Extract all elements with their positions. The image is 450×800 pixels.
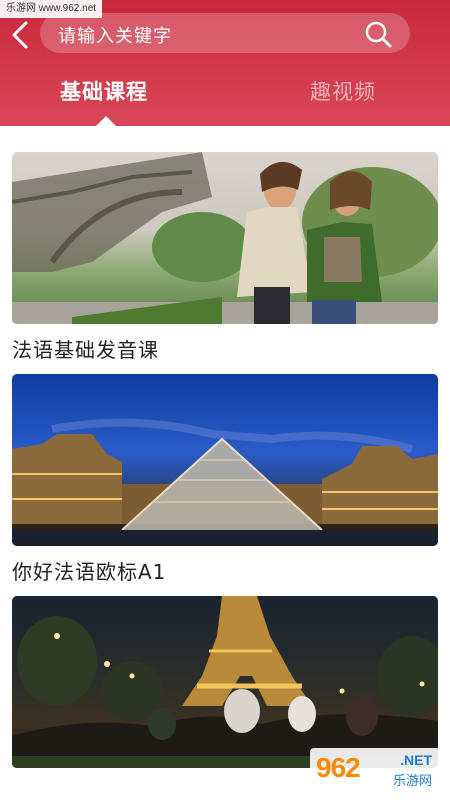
course-image[interactable] (12, 596, 438, 768)
course-title[interactable]: 法语基础发音课 (12, 334, 438, 363)
app-header: 乐游网 www.962.net 请输入关键字 基础课程 趣视频 (0, 0, 450, 126)
search-icon[interactable] (364, 20, 392, 48)
eiffel-tower-night-crowd-photo (12, 596, 438, 768)
search-placeholder: 请输入关键字 (58, 26, 172, 47)
watermark-logo-number: 962 (316, 752, 361, 783)
course-card[interactable]: 你好法语欧标A1 (12, 374, 438, 585)
chevron-left-icon (12, 21, 28, 49)
louvre-pyramid-night-photo (12, 418, 438, 546)
course-title[interactable]: 你好法语欧标A1 (12, 556, 438, 585)
active-tab-indicator (96, 116, 116, 126)
course-image[interactable] (12, 152, 438, 324)
eiffel-tower-women-photo (12, 152, 438, 324)
tab-basic-courses[interactable]: 基础课程 (60, 76, 148, 106)
tab-fun-videos[interactable]: 趣视频 (310, 76, 376, 106)
site-logo-watermark: 962 .NET 乐游网 (310, 748, 440, 792)
watermark-logo-cn: 乐游网 (392, 774, 432, 789)
back-button[interactable] (8, 20, 34, 50)
course-card[interactable]: 法语基础发音课 (12, 152, 438, 363)
watermark-logo-net: .NET (400, 752, 432, 768)
search-input[interactable]: 请输入关键字 (40, 13, 410, 53)
course-image[interactable] (12, 374, 438, 546)
